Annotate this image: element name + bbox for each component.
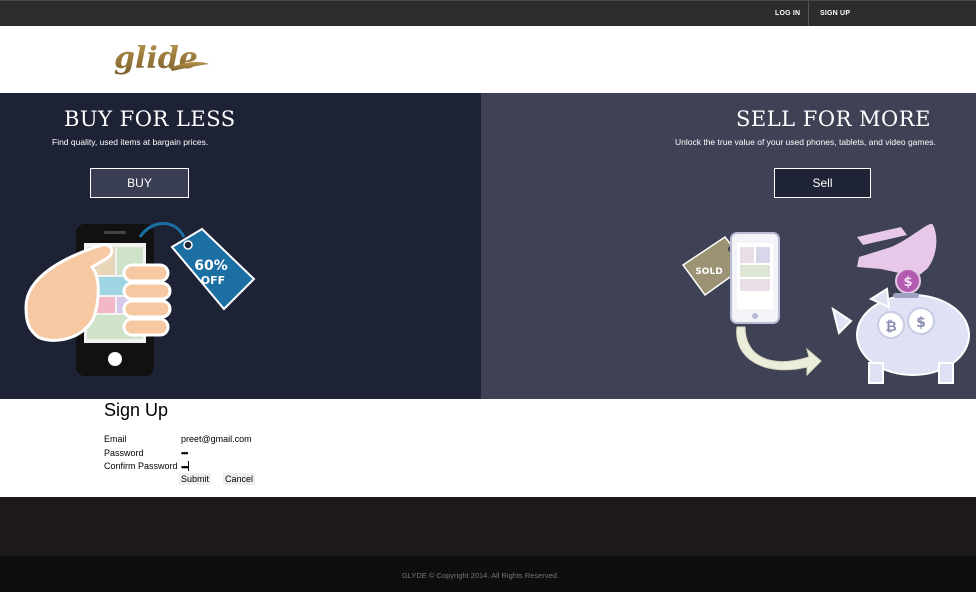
svg-text:$: $ [903,275,912,290]
password-field[interactable]: ••• [181,448,189,458]
buy-subtitle: Find quality, used items at bargain pric… [52,137,209,147]
sell-hero-panel: SELL FOR MORE Unlock the true value of y… [481,93,976,399]
dollar-icon: $ [916,315,926,331]
login-link[interactable]: LOG IN [775,1,800,27]
logo-text: glide [114,41,198,76]
text-caret [188,461,190,471]
coin-dollar-icon: $ [895,268,921,294]
email-label: Email [104,434,127,444]
sell-button[interactable]: Sell [774,168,871,198]
buy-title: BUY FOR LESS [64,107,236,131]
signup-title: Sign Up [104,400,169,420]
cancel-button[interactable]: Cancel [223,473,256,485]
buy-button[interactable]: BUY [90,168,189,198]
piggy-bank-icon: ₿ $ [831,287,970,384]
sell-title: SELL FOR MORE [736,107,931,131]
sold-tag-text: SOLD [695,267,722,277]
submit-button[interactable]: Submit [179,473,212,485]
confirm-password-value: ••• [181,462,189,472]
phone-icon [730,232,780,324]
site-header: glide [0,26,976,93]
sell-subtitle: Unlock the true value of your used phone… [675,137,936,147]
email-field[interactable]: preet@gmail.com [181,434,252,444]
phone-discount-illustration: 60% OFF [24,222,256,376]
discount-tag-icon: 60% OFF [170,227,256,311]
tag-off-text: OFF [201,274,225,287]
buy-hero-panel: BUY FOR LESS Find quality, used items at… [0,93,481,399]
footer-band [0,497,976,556]
password-label: Password [104,448,144,458]
sell-piggy-illustration: SOLD $ ₿ $ [681,223,970,384]
confirm-password-field[interactable]: ••• [181,461,190,472]
nav-divider [808,1,809,27]
glide-logo[interactable]: glide [112,38,212,84]
copyright-text: GLYDE © Copyright 2014. All Rights Reser… [401,571,560,580]
signup-section: Sign Up [0,399,976,497]
tag-percent-text: 60% [194,258,228,274]
bitcoin-icon: ₿ [885,319,896,335]
confirm-password-label: Confirm Password [104,461,178,471]
top-nav-bar: LOG IN SIGN UP [0,0,976,27]
site-footer: GLYDE © Copyright 2014. All Rights Reser… [0,556,976,592]
signup-link[interactable]: SIGN UP [820,1,850,27]
